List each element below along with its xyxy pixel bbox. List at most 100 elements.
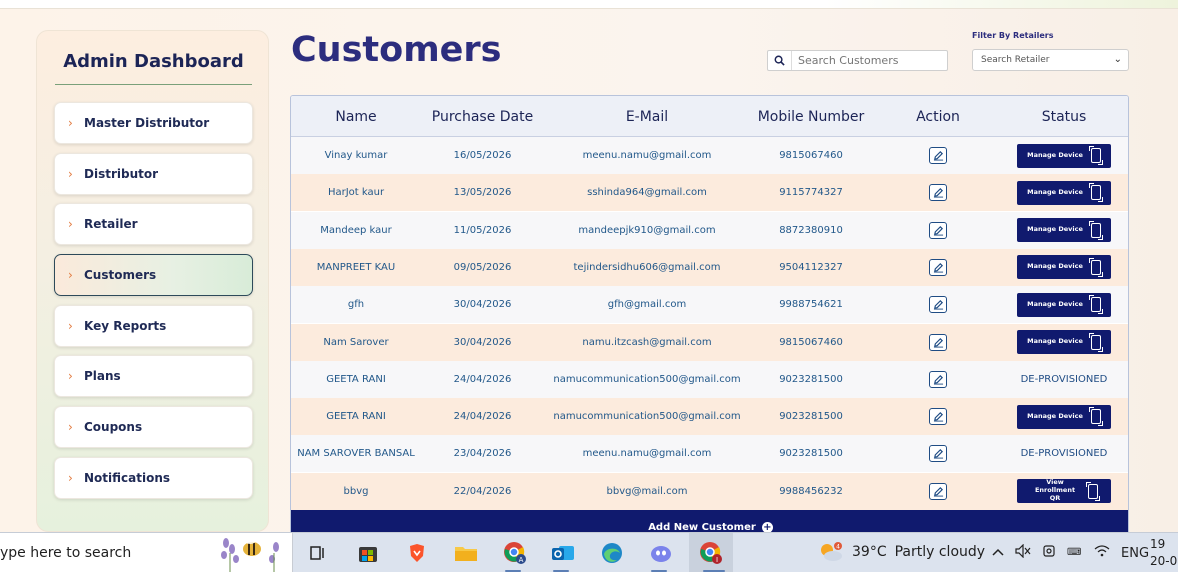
edit-icon[interactable] xyxy=(929,408,947,426)
edit-icon[interactable] xyxy=(929,184,947,202)
microsoft-store-icon[interactable] xyxy=(355,540,381,566)
brave-browser-icon[interactable] xyxy=(404,540,430,566)
file-explorer-icon[interactable] xyxy=(453,540,479,566)
filter-label: Filter By Retailers xyxy=(972,31,1054,40)
search-icon[interactable] xyxy=(768,51,792,70)
clock-date: 20-05 xyxy=(1150,554,1178,568)
manage-device-button[interactable]: Manage Device xyxy=(1017,218,1111,243)
table-row: NAM SAROVER BANSAL 23/04/2026 meenu.namu@g… xyxy=(291,435,1128,473)
camera-icon[interactable] xyxy=(1042,544,1056,562)
manage-device-button[interactable]: Manage Device xyxy=(1017,180,1111,205)
chevron-right-icon: › xyxy=(68,217,73,231)
view-enrollment-qr-button[interactable]: View Enrollment QR xyxy=(1017,479,1111,504)
cell-status: Manage Device xyxy=(1004,249,1124,286)
sidebar-item-coupons[interactable]: › Coupons xyxy=(54,406,253,448)
chevron-right-icon: › xyxy=(68,420,73,434)
sidebar-item-master-distributor[interactable]: › Master Distributor xyxy=(54,102,253,144)
task-view-icon[interactable] xyxy=(305,540,331,566)
cell-name: HarJot kaur xyxy=(327,187,385,199)
chevron-up-icon[interactable] xyxy=(992,546,1004,561)
speaker-muted-icon[interactable] xyxy=(1015,543,1031,562)
table-row: Vinay kumar 16/05/2026 meenu.namu@gmail.co… xyxy=(291,137,1128,174)
cell-status: Manage Device xyxy=(1004,174,1124,211)
device-scan-icon xyxy=(1088,220,1103,240)
cell-mobile: 9988754621 xyxy=(779,299,843,311)
cell-name: NAM SAROVER BANSAL xyxy=(297,448,415,460)
weather-widget[interactable]: 4 39°C Partly cloudy xyxy=(818,541,985,563)
wifi-icon[interactable] xyxy=(1094,544,1110,562)
device-scan-icon xyxy=(1088,407,1103,427)
cell-status: Manage Device xyxy=(1004,324,1124,361)
cell-mobile: 9023281500 xyxy=(779,373,843,385)
sidebar: Admin Dashboard › Master Distributor › D… xyxy=(36,30,269,532)
sidebar-item-label: Customers xyxy=(84,268,157,282)
cell-email: sshinda964@gmail.com xyxy=(587,187,707,199)
taskbar-clock[interactable]: 19 20-05 xyxy=(1150,536,1178,570)
language-indicator[interactable]: ENG xyxy=(1121,546,1149,561)
column-header-email: E-Mail xyxy=(625,109,669,125)
cell-purchase-date: 13/05/2026 xyxy=(453,187,512,199)
copilot-app-icon[interactable] xyxy=(648,540,674,566)
cell-purchase-date: 16/05/2026 xyxy=(453,150,512,161)
windows-taskbar: ype here to search A I 4 39°C Partly clo… xyxy=(0,532,1178,572)
edit-icon[interactable] xyxy=(929,147,947,164)
taskbar-search-text: ype here to search xyxy=(0,545,132,561)
search-input[interactable] xyxy=(792,54,942,67)
sidebar-item-key-reports[interactable]: › Key Reports xyxy=(54,305,253,347)
edit-icon[interactable] xyxy=(929,370,947,388)
page-title: Customers xyxy=(291,30,502,70)
manage-device-button[interactable]: Manage Device xyxy=(1017,255,1111,280)
sidebar-item-retailer[interactable]: › Retailer xyxy=(54,203,253,245)
outlook-icon[interactable] xyxy=(550,540,576,566)
chevron-right-icon: › xyxy=(68,471,73,485)
sidebar-item-label: Plans xyxy=(84,369,121,383)
sidebar-item-distributor[interactable]: › Distributor xyxy=(54,153,253,195)
edit-icon[interactable] xyxy=(929,445,947,463)
manage-device-button[interactable]: Manage Device xyxy=(1017,292,1111,317)
manage-device-button[interactable]: Manage Device xyxy=(1017,143,1111,168)
cell-email: gfh@gmail.com xyxy=(607,299,687,311)
table-header: Name Purchase Date E-Mail Mobile Number … xyxy=(291,96,1128,137)
chrome-profile-a-icon[interactable]: A xyxy=(502,540,528,566)
chrome-profile-i-icon[interactable]: I xyxy=(698,540,724,566)
sidebar-item-notifications[interactable]: › Notifications xyxy=(54,457,253,499)
sidebar-item-label: Notifications xyxy=(84,471,171,485)
table-row: GEETA RANI 24/04/2026 namucommunication500… xyxy=(291,360,1128,398)
cell-mobile: 9115774327 xyxy=(779,187,843,199)
cell-mobile: 9504112327 xyxy=(779,261,843,273)
sidebar-item-label: Key Reports xyxy=(84,319,167,333)
edit-icon[interactable] xyxy=(929,221,947,239)
table-row: gfh 30/04/2026 gfh@gmail.com 9988754621 Mana… xyxy=(291,286,1128,324)
sidebar-item-plans[interactable]: › Plans xyxy=(54,355,253,397)
edit-icon[interactable] xyxy=(929,258,947,276)
lavender-bee-icon xyxy=(221,536,279,572)
cell-action xyxy=(872,137,1004,174)
cell-email: meenu.namu@gmail.com xyxy=(582,448,712,460)
column-header-mobile: Mobile Number xyxy=(757,109,865,125)
edit-icon[interactable] xyxy=(929,482,947,500)
edit-icon[interactable] xyxy=(929,296,947,314)
column-header-name: Name xyxy=(335,109,377,125)
taskbar-search-box[interactable]: ype here to search xyxy=(0,533,293,572)
input-method-icon[interactable]: ⌨ xyxy=(1067,544,1083,562)
edit-icon[interactable] xyxy=(929,333,947,351)
sidebar-item-customers[interactable]: › Customers xyxy=(54,254,253,296)
chevron-right-icon: › xyxy=(68,167,73,181)
retailer-filter-select[interactable]: Search Retailer ⌄ xyxy=(972,49,1129,71)
edge-browser-icon[interactable] xyxy=(599,540,625,566)
search-customers-box[interactable] xyxy=(767,50,948,71)
column-header-action: Action xyxy=(916,109,960,125)
table-row: MANPREET KAU 09/05/2026 tejindersidhu606@g… xyxy=(291,248,1128,286)
manage-device-button[interactable]: Manage Device xyxy=(1017,330,1111,354)
cell-email: namu.itzcash@gmail.com xyxy=(582,336,712,348)
cell-action xyxy=(872,174,1004,211)
cell-email: bbvg@mail.com xyxy=(606,485,688,497)
cell-name: GEETA RANI xyxy=(326,411,386,423)
manage-device-button[interactable]: Manage Device xyxy=(1017,404,1111,429)
chevron-right-icon: › xyxy=(68,116,73,130)
browser-top-strip xyxy=(0,0,1178,9)
chevron-down-icon: ⌄ xyxy=(1113,54,1122,65)
cell-action xyxy=(872,435,1004,472)
cell-name: Nam Sarover xyxy=(323,336,389,348)
clock-time: 19 xyxy=(1150,537,1166,551)
